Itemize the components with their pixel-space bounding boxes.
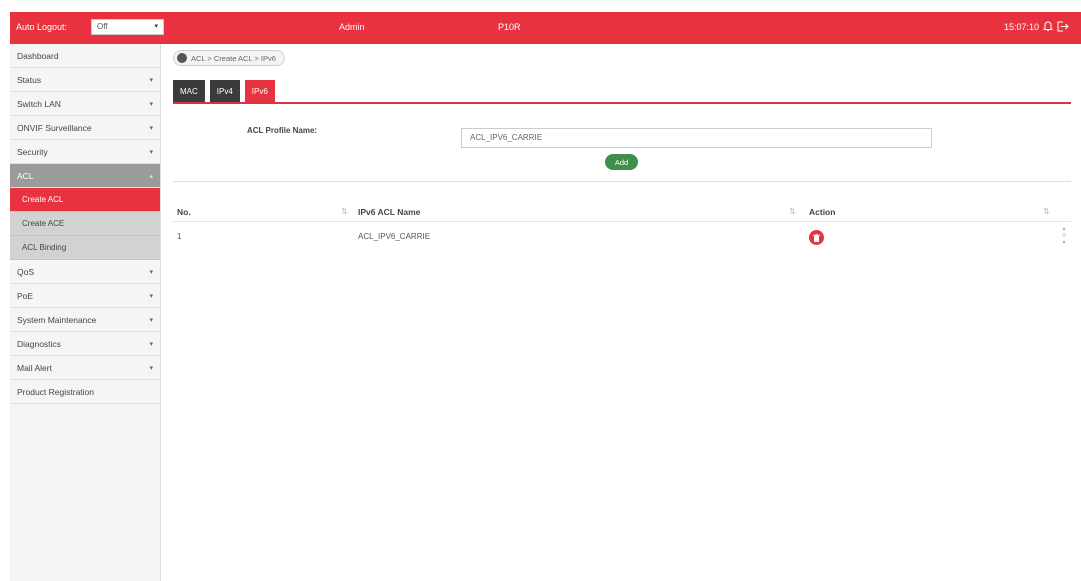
auto-logout-value: Off	[97, 22, 108, 31]
col-ipv6-acl-name[interactable]: IPv6 ACL Name	[358, 207, 420, 217]
sidebar-item-diagnostics[interactable]: Diagnostics ▾	[10, 332, 160, 356]
chevron-down-icon: ▾	[149, 268, 153, 276]
sidebar-item-product-registration[interactable]: Product Registration	[10, 380, 160, 404]
logout-icon[interactable]	[1057, 21, 1069, 32]
row-scroll-control[interactable]: ▴ ≡ ▾	[1061, 226, 1067, 250]
tab-ipv4[interactable]: IPv4	[209, 80, 240, 102]
sidebar-item-qos[interactable]: QoS ▾	[10, 260, 160, 284]
bell-icon[interactable]	[1043, 21, 1053, 32]
chevron-down-icon: ▾	[149, 148, 153, 156]
sidebar-item-switch-lan[interactable]: Switch LAN ▾	[10, 92, 160, 116]
home-icon[interactable]	[177, 53, 187, 63]
col-no[interactable]: No.	[177, 207, 191, 217]
table-row: 1 ACL_IPV6_CARRIE	[173, 226, 1071, 250]
device-model: P10R	[498, 22, 521, 32]
chevron-up-icon: ▴	[149, 172, 153, 180]
chevron-down-icon: ▾	[149, 100, 153, 108]
sidebar-item-onvif[interactable]: ONVIF Surveillance ▾	[10, 116, 160, 140]
sidebar: Dashboard Status ▾ Switch LAN ▾ ONVIF Surv…	[10, 44, 161, 581]
table-header: No. ⇅ IPv6 ACL Name ⇅ Action ⇅	[173, 202, 1071, 222]
sort-icon[interactable]: ⇅	[341, 207, 348, 216]
user-name: Admin	[339, 22, 365, 32]
chevron-down-icon: ▾	[149, 340, 153, 348]
acl-profile-name-input[interactable]: ACL_IPV6_CARRIE	[461, 128, 932, 148]
chevron-down-icon: ▾	[149, 124, 153, 132]
tab-ipv6[interactable]: IPv6	[244, 80, 275, 102]
sidebar-item-acl[interactable]: ACL ▴	[10, 164, 160, 188]
chevron-down-icon: ▾	[149, 364, 153, 372]
row-name: ACL_IPV6_CARRIE	[358, 232, 431, 241]
trash-icon	[813, 233, 820, 242]
sidebar-item-security[interactable]: Security ▾	[10, 140, 160, 164]
sidebar-subitem-create-ace[interactable]: Create ACE	[10, 212, 160, 236]
sidebar-item-poe[interactable]: PoE ▾	[10, 284, 160, 308]
delete-button[interactable]	[809, 230, 824, 245]
sidebar-item-system-maintenance[interactable]: System Maintenance ▾	[10, 308, 160, 332]
tab-mac[interactable]: MAC	[173, 80, 205, 102]
chevron-down-icon: ▾	[154, 23, 158, 30]
chevron-down-icon: ▾	[149, 292, 153, 300]
auto-logout-label: Auto Logout:	[16, 22, 68, 32]
sort-icon[interactable]: ⇅	[789, 207, 796, 216]
add-button[interactable]: Add	[605, 154, 638, 170]
sidebar-item-mail-alert[interactable]: Mail Alert ▾	[10, 356, 160, 380]
acl-profile-name-label: ACL Profile Name:	[247, 126, 318, 135]
sidebar-item-status[interactable]: Status ▾	[10, 68, 160, 92]
tab-bar: MAC IPv4 IPv6	[173, 80, 275, 102]
clock: 15:07:10	[1003, 21, 1039, 32]
topbar-right: 15:07:10	[1004, 21, 1069, 32]
divider	[173, 181, 1071, 182]
sidebar-subitem-acl-binding[interactable]: ACL Binding	[10, 236, 160, 260]
sort-icon[interactable]: ⇅	[1043, 207, 1050, 216]
row-no: 1	[177, 232, 182, 241]
chevron-down-icon: ▾	[149, 76, 153, 84]
sidebar-item-dashboard[interactable]: Dashboard	[10, 44, 160, 68]
tab-underline	[173, 102, 1071, 104]
breadcrumb: ACL > Create ACL > IPv6	[173, 50, 285, 66]
breadcrumb-text: ACL > Create ACL > IPv6	[191, 53, 276, 63]
sidebar-subitem-create-acl[interactable]: Create ACL	[10, 188, 160, 212]
chevron-down-icon: ▾	[149, 316, 153, 324]
top-bar: Auto Logout: Off ▾ Admin P10R 15:07:10	[10, 12, 1081, 44]
col-action[interactable]: Action	[809, 207, 835, 217]
auto-logout-select[interactable]: Off ▾	[91, 19, 164, 35]
